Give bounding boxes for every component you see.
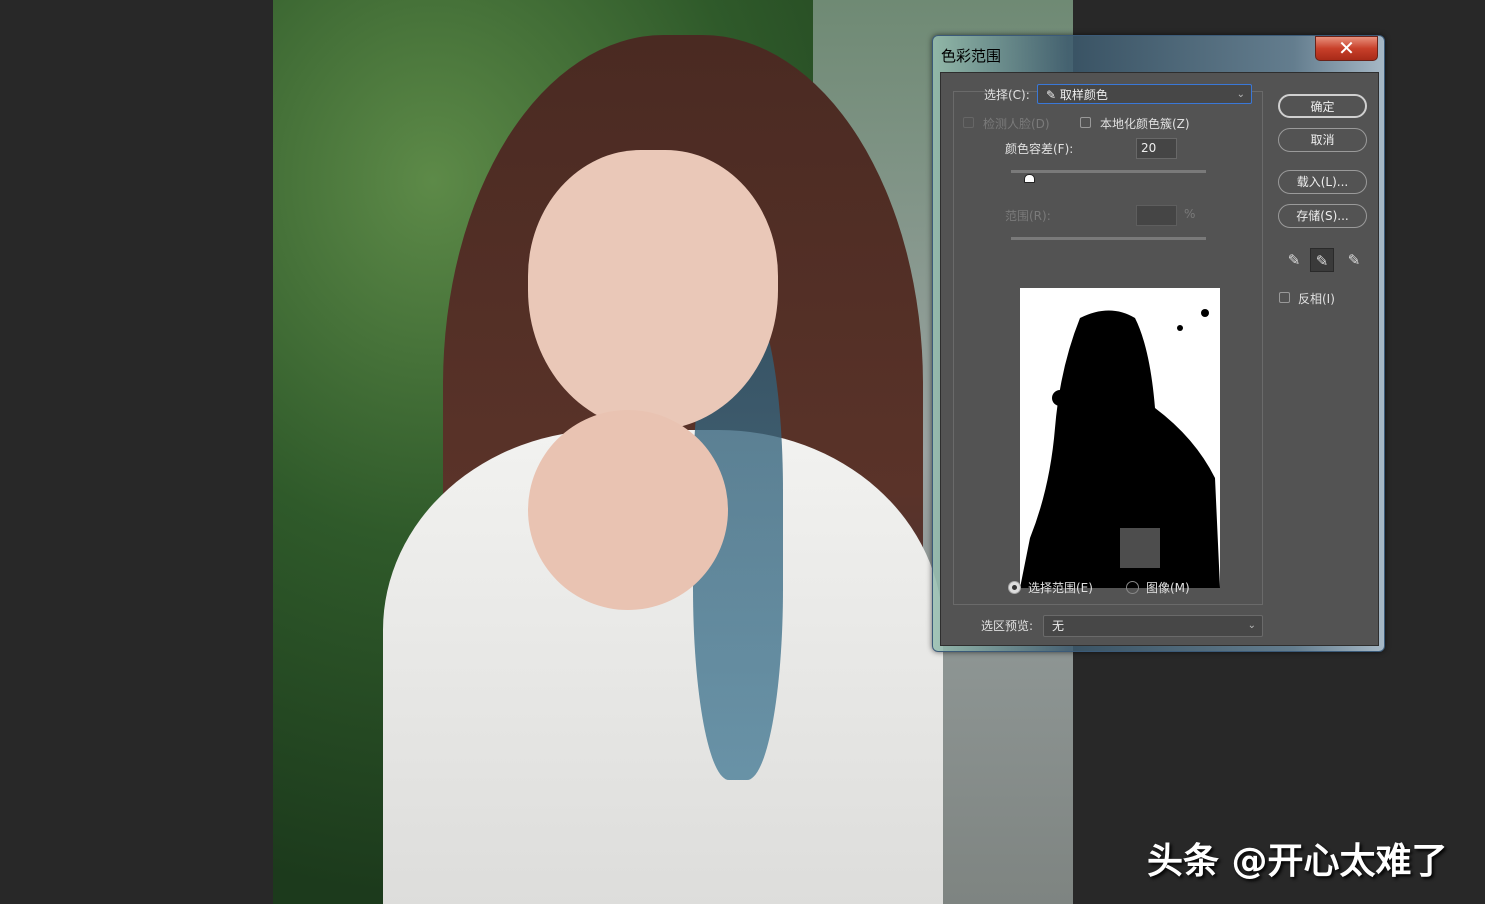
radio-image-label: 图像(M) — [1146, 581, 1190, 595]
ok-button[interactable]: 确定 — [1278, 94, 1367, 118]
invert-checkbox[interactable] — [1279, 292, 1290, 303]
select-value: 取样颜色 — [1059, 88, 1108, 102]
fuzziness-label: 颜色容差(F): — [1005, 142, 1074, 156]
chevron-down-icon: ⌄ — [1247, 620, 1256, 631]
radio-selection-label: 选择范围(E) — [1028, 581, 1093, 595]
selection-preview-image — [1020, 288, 1220, 588]
eyedropper-icon[interactable]: ✎ — [1282, 248, 1306, 272]
eyedropper-icon: ✎ — [1046, 88, 1060, 102]
radio-selection[interactable] — [1008, 581, 1021, 594]
selection-preview-value: 无 — [1052, 619, 1065, 633]
selection-preview-dropdown[interactable]: 无 ⌄ — [1043, 615, 1263, 637]
select-label: 选择(C): — [984, 88, 1030, 102]
detect-faces-checkbox[interactable] — [963, 117, 974, 128]
fuzziness-input[interactable]: 20 — [1136, 138, 1177, 159]
dialog-title: 色彩范围 — [941, 47, 1002, 65]
chevron-down-icon: ⌄ — [1236, 89, 1245, 100]
save-button[interactable]: 存储(S)... — [1278, 204, 1367, 228]
color-range-dialog: 色彩范围 ✕ 选择(C): ✎ 取样颜色 ⌄ 检测人脸(D) 本地化颜色簇(Z) … — [932, 35, 1385, 652]
range-label: 范围(R): — [1005, 209, 1051, 223]
eyedropper-subtract-icon[interactable]: ✎ — [1342, 248, 1366, 272]
fuzziness-slider-thumb[interactable] — [1024, 174, 1035, 183]
invert-label: 反相(I) — [1298, 292, 1335, 306]
selection-preview-label: 选区预览: — [981, 619, 1034, 633]
fuzziness-slider-track[interactable] — [1011, 170, 1206, 173]
localized-clusters-label: 本地化颜色簇(Z) — [1100, 117, 1190, 131]
close-button[interactable]: ✕ — [1315, 36, 1378, 61]
range-input[interactable] — [1136, 205, 1177, 226]
detect-faces-label: 检测人脸(D) — [983, 117, 1050, 131]
select-dropdown[interactable]: ✎ 取样颜色 ⌄ — [1037, 84, 1252, 104]
options-group: 选择(C): ✎ 取样颜色 ⌄ 检测人脸(D) 本地化颜色簇(Z) 颜色容差(F)… — [953, 84, 1263, 605]
range-slider-track[interactable] — [1011, 237, 1206, 240]
localized-clusters-checkbox[interactable] — [1080, 117, 1091, 128]
watermark: 头条 @开心太难了 — [1147, 841, 1448, 882]
range-unit: % — [1184, 207, 1196, 221]
load-button[interactable]: 载入(L)... — [1278, 170, 1367, 194]
cancel-button[interactable]: 取消 — [1278, 128, 1367, 152]
radio-image[interactable] — [1126, 581, 1139, 594]
eyedropper-add-icon[interactable]: ✎ — [1310, 248, 1334, 272]
